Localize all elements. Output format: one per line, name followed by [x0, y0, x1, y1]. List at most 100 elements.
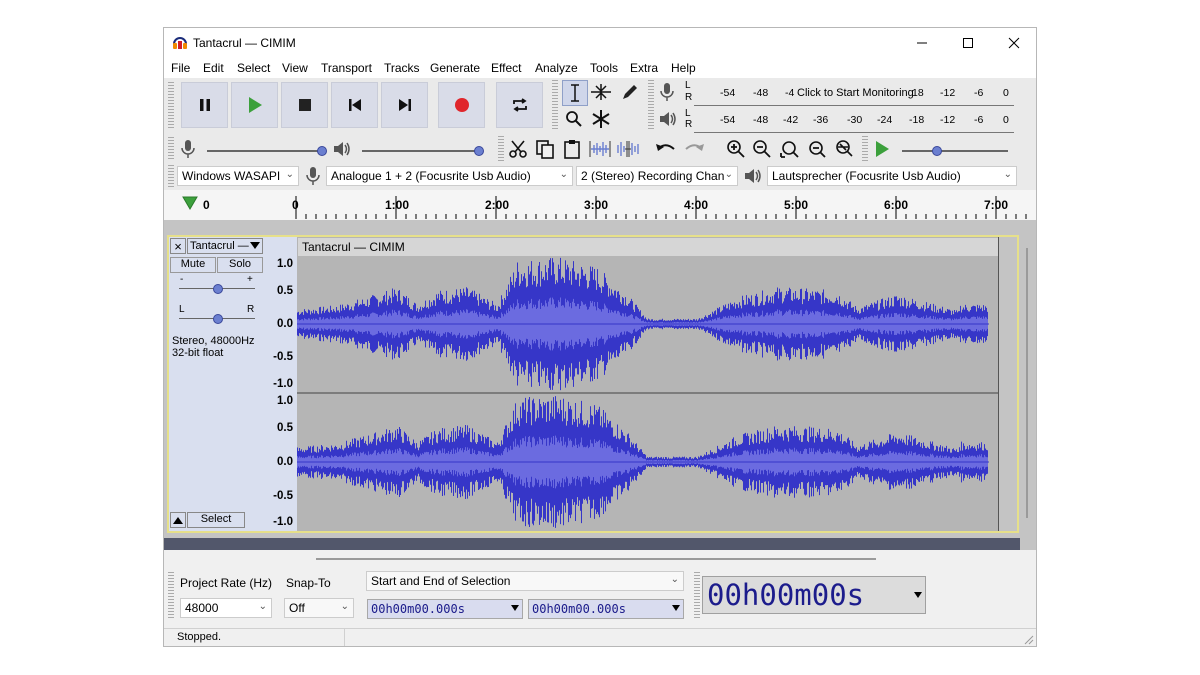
slider-knob[interactable] [213, 314, 223, 324]
recording-channels-dropdown[interactable]: 2 (Stereo) Recording Chann ⌄ [576, 166, 738, 186]
menu-tracks[interactable]: Tracks [384, 61, 420, 75]
timeline-ruler[interactable]: 0 0 1:00 2:00 3:00 4:00 5:00 6:00 7:00 [164, 190, 1036, 221]
track-area-footer [164, 538, 1020, 550]
selection-start-time[interactable]: 00h00m00.000s [367, 599, 523, 619]
paste-button[interactable] [560, 137, 584, 161]
playback-speed-slider[interactable] [900, 137, 1012, 161]
stop-button[interactable] [281, 82, 328, 128]
envelope-tool[interactable] [589, 80, 613, 104]
redo-button[interactable] [682, 137, 706, 161]
play-button[interactable] [231, 82, 278, 128]
playback-device-dropdown[interactable]: Lautsprecher (Focusrite Usb Audio) ⌄ [767, 166, 1017, 186]
menu-select[interactable]: Select [237, 61, 270, 75]
fit-selection-button[interactable] [778, 137, 802, 161]
slider-knob[interactable] [213, 284, 223, 294]
play-meter-scale-label: -30 [847, 114, 863, 126]
transport-toolbar-grip[interactable] [168, 82, 174, 128]
pause-button[interactable] [181, 82, 228, 128]
minimize-button[interactable] [899, 28, 945, 58]
silence-audio-button[interactable] [616, 137, 640, 161]
play-at-speed-grip[interactable] [862, 136, 868, 162]
mute-button[interactable]: Mute [170, 257, 216, 273]
menu-tools[interactable]: Tools [590, 61, 618, 75]
play-at-speed-button[interactable] [870, 137, 894, 161]
audio-position-value: 00h00m00s [707, 578, 865, 612]
close-button[interactable] [991, 28, 1036, 58]
snap-to-value: Off [289, 601, 305, 615]
selection-mode-dropdown[interactable]: Start and End of Selection ⌄ [366, 571, 684, 591]
horizontal-scroll-area [164, 550, 1036, 568]
vertical-scrollbar[interactable] [1026, 248, 1028, 518]
record-button[interactable] [438, 82, 485, 128]
audio-position-display[interactable]: 00h00m00s [702, 576, 926, 614]
pan-slider[interactable] [179, 313, 255, 325]
undo-button[interactable] [654, 137, 678, 161]
menu-analyze[interactable]: Analyze [535, 61, 578, 75]
amplitude-label: -1.0 [273, 378, 293, 390]
menu-extra[interactable]: Extra [630, 61, 658, 75]
multi-tool[interactable] [589, 107, 613, 131]
selection-end-time[interactable]: 00h00m00.000s [528, 599, 684, 619]
collapse-track-button[interactable] [170, 512, 186, 528]
select-track-button[interactable]: Select [187, 512, 245, 528]
zoom-toggle-button[interactable] [832, 137, 856, 161]
tools-toolbar-grip[interactable] [552, 80, 558, 130]
record-meter[interactable]: -54 -48 -4 Click to Start Monitoring 18 … [694, 81, 1014, 106]
recording-device-dropdown[interactable]: Analogue 1 + 2 (Focusrite Usb Audio) ⌄ [326, 166, 573, 186]
amplitude-label: -0.5 [273, 351, 293, 363]
start-monitoring-prompt[interactable]: Click to Start Monitoring [797, 87, 914, 99]
cut-button[interactable] [506, 137, 530, 161]
maximize-button[interactable] [945, 28, 991, 58]
redo-icon [685, 144, 704, 151]
track-format-info: Stereo, 48000Hz [172, 335, 255, 347]
edit-toolbar-grip[interactable] [498, 136, 504, 162]
track-menu-button[interactable]: Tantacrul — [187, 238, 263, 254]
menu-edit[interactable]: Edit [203, 61, 224, 75]
zoom-tool[interactable] [562, 107, 586, 131]
slider-knob[interactable] [932, 146, 942, 156]
menu-generate[interactable]: Generate [430, 61, 480, 75]
mixer-toolbar-grip[interactable] [168, 137, 174, 161]
zoom-in-button[interactable] [724, 137, 748, 161]
fit-selection-icon [780, 141, 799, 158]
slider-track [207, 150, 323, 152]
play-meter-scale-label: -48 [753, 114, 769, 126]
zoom-out-button[interactable] [750, 137, 774, 161]
menu-view[interactable]: View [282, 61, 308, 75]
menu-help[interactable]: Help [671, 61, 696, 75]
copy-button[interactable] [533, 137, 557, 161]
device-toolbar-grip[interactable] [168, 165, 174, 187]
project-rate-label: Project Rate (Hz) [180, 576, 273, 590]
recording-volume-slider[interactable] [205, 137, 327, 161]
menu-file[interactable]: File [171, 61, 190, 75]
solo-button[interactable]: Solo [217, 257, 263, 273]
slider-knob[interactable] [474, 146, 484, 156]
audio-host-dropdown[interactable]: Windows WASAPI ⌄ [177, 166, 299, 186]
project-rate-dropdown[interactable]: 48000 ⌄ [180, 598, 272, 618]
snap-to-dropdown[interactable]: Off ⌄ [284, 598, 354, 618]
meter-toolbar-grip[interactable] [648, 80, 654, 130]
draw-tool[interactable] [618, 80, 642, 104]
loop-button[interactable] [496, 82, 543, 128]
asterisk-icon [592, 110, 610, 128]
slider-knob[interactable] [317, 146, 327, 156]
selection-tool[interactable] [562, 80, 588, 106]
resize-grip-icon[interactable] [1024, 635, 1034, 645]
menu-transport[interactable]: Transport [321, 61, 372, 75]
waveform-clip[interactable] [297, 237, 1001, 531]
clip-title-bar[interactable]: Tantacrul — CIMIM [298, 238, 998, 256]
menu-effect[interactable]: Effect [491, 61, 521, 75]
time-toolbar-grip[interactable] [694, 572, 700, 620]
slider-track [902, 150, 1008, 152]
playback-volume-slider[interactable] [360, 137, 484, 161]
playback-meter[interactable]: -54 -48 -42 -36 -30 -24 -18 -12 -6 0 [694, 108, 1014, 133]
skip-to-start-button[interactable] [331, 82, 378, 128]
skip-to-end-button[interactable] [381, 82, 428, 128]
track-close-button[interactable]: × [170, 238, 186, 254]
trim-audio-button[interactable] [588, 137, 612, 161]
waveform-graphic [297, 257, 1001, 528]
selection-toolbar-grip[interactable] [168, 572, 174, 620]
horizontal-scrollbar[interactable] [316, 558, 876, 560]
fit-project-button[interactable] [805, 137, 829, 161]
gain-slider[interactable] [179, 283, 255, 295]
